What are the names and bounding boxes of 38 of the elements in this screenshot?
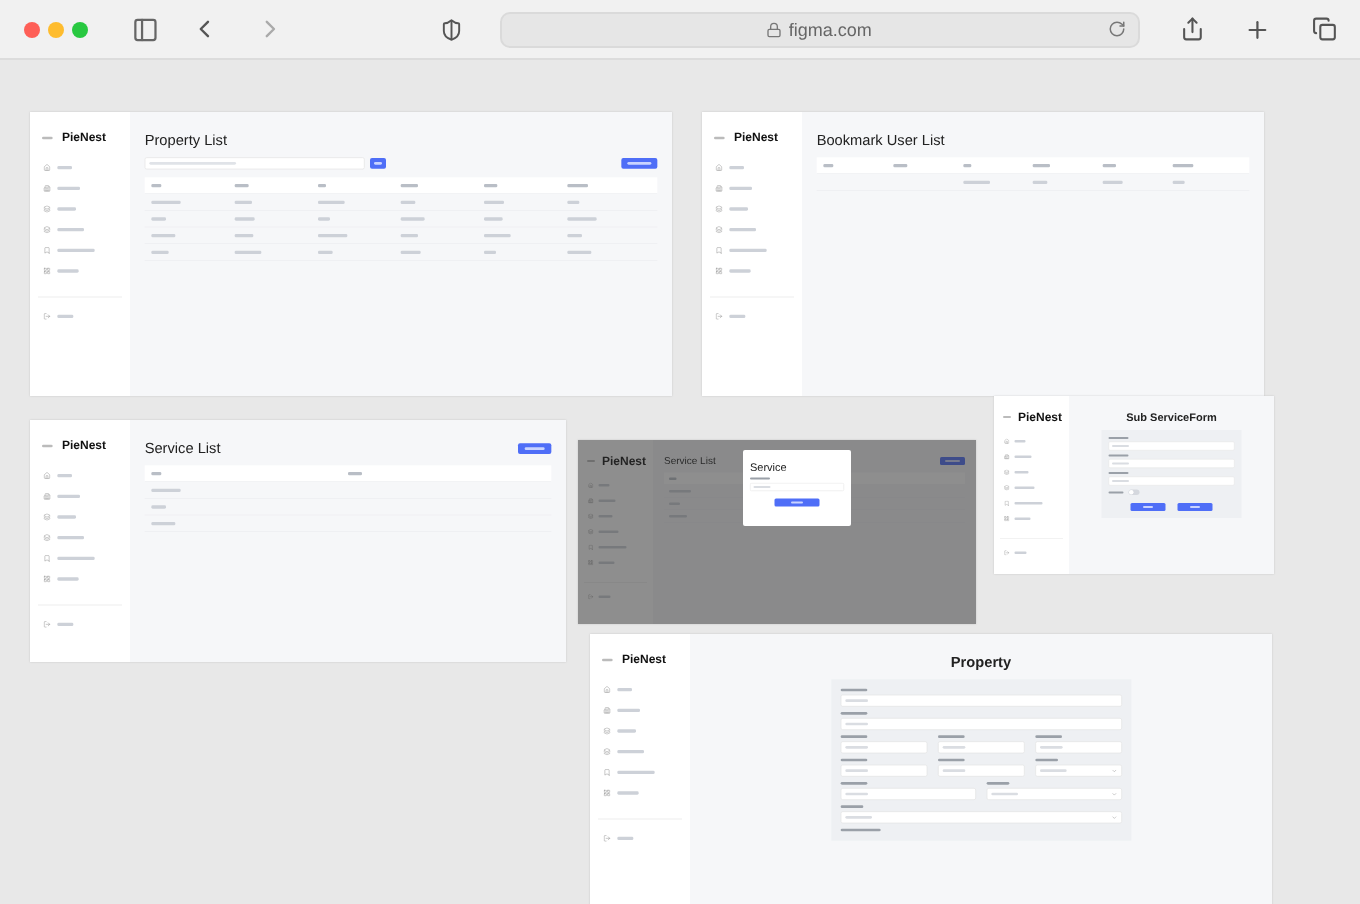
input-field[interactable] (840, 741, 927, 754)
input-field[interactable] (840, 718, 1122, 730)
input-field[interactable] (937, 764, 1025, 777)
logo-mark (714, 136, 725, 139)
submit-button[interactable] (774, 498, 820, 507)
add-button[interactable] (940, 456, 965, 465)
form-button[interactable] (1177, 503, 1213, 511)
search-button[interactable] (370, 158, 386, 169)
address-bar[interactable]: figma.com (499, 11, 1140, 47)
select-field[interactable] (1035, 764, 1122, 777)
minimize-window-button[interactable] (48, 21, 64, 37)
input-field[interactable] (1035, 741, 1122, 754)
close-window-button[interactable] (24, 21, 40, 37)
input-field[interactable] (840, 788, 976, 800)
select-field[interactable] (840, 811, 1122, 824)
logo-mark (42, 136, 53, 139)
tabs-icon[interactable] (1311, 16, 1336, 42)
reload-icon[interactable] (1107, 19, 1126, 37)
logo-mark (1003, 416, 1011, 418)
select-field[interactable] (986, 788, 1122, 800)
input-field[interactable] (1108, 441, 1235, 451)
search-field[interactable] (144, 157, 365, 170)
shield-icon[interactable] (440, 17, 464, 41)
logo-mark (42, 444, 53, 447)
input-field[interactable] (1108, 459, 1235, 468)
add-button[interactable] (621, 158, 658, 169)
add-button[interactable] (518, 443, 552, 454)
form-button[interactable] (1130, 503, 1166, 511)
input-field[interactable] (1108, 476, 1235, 486)
input-field[interactable] (840, 694, 1122, 707)
input-field[interactable] (840, 764, 927, 777)
lock-icon (766, 21, 783, 37)
maximize-window-button[interactable] (72, 21, 88, 37)
input-field[interactable] (937, 741, 1025, 754)
logo-mark (602, 658, 613, 661)
new-tab-icon[interactable] (1244, 15, 1272, 43)
sidebar-toggle-icon[interactable] (132, 15, 159, 43)
share-icon[interactable] (1179, 16, 1205, 42)
